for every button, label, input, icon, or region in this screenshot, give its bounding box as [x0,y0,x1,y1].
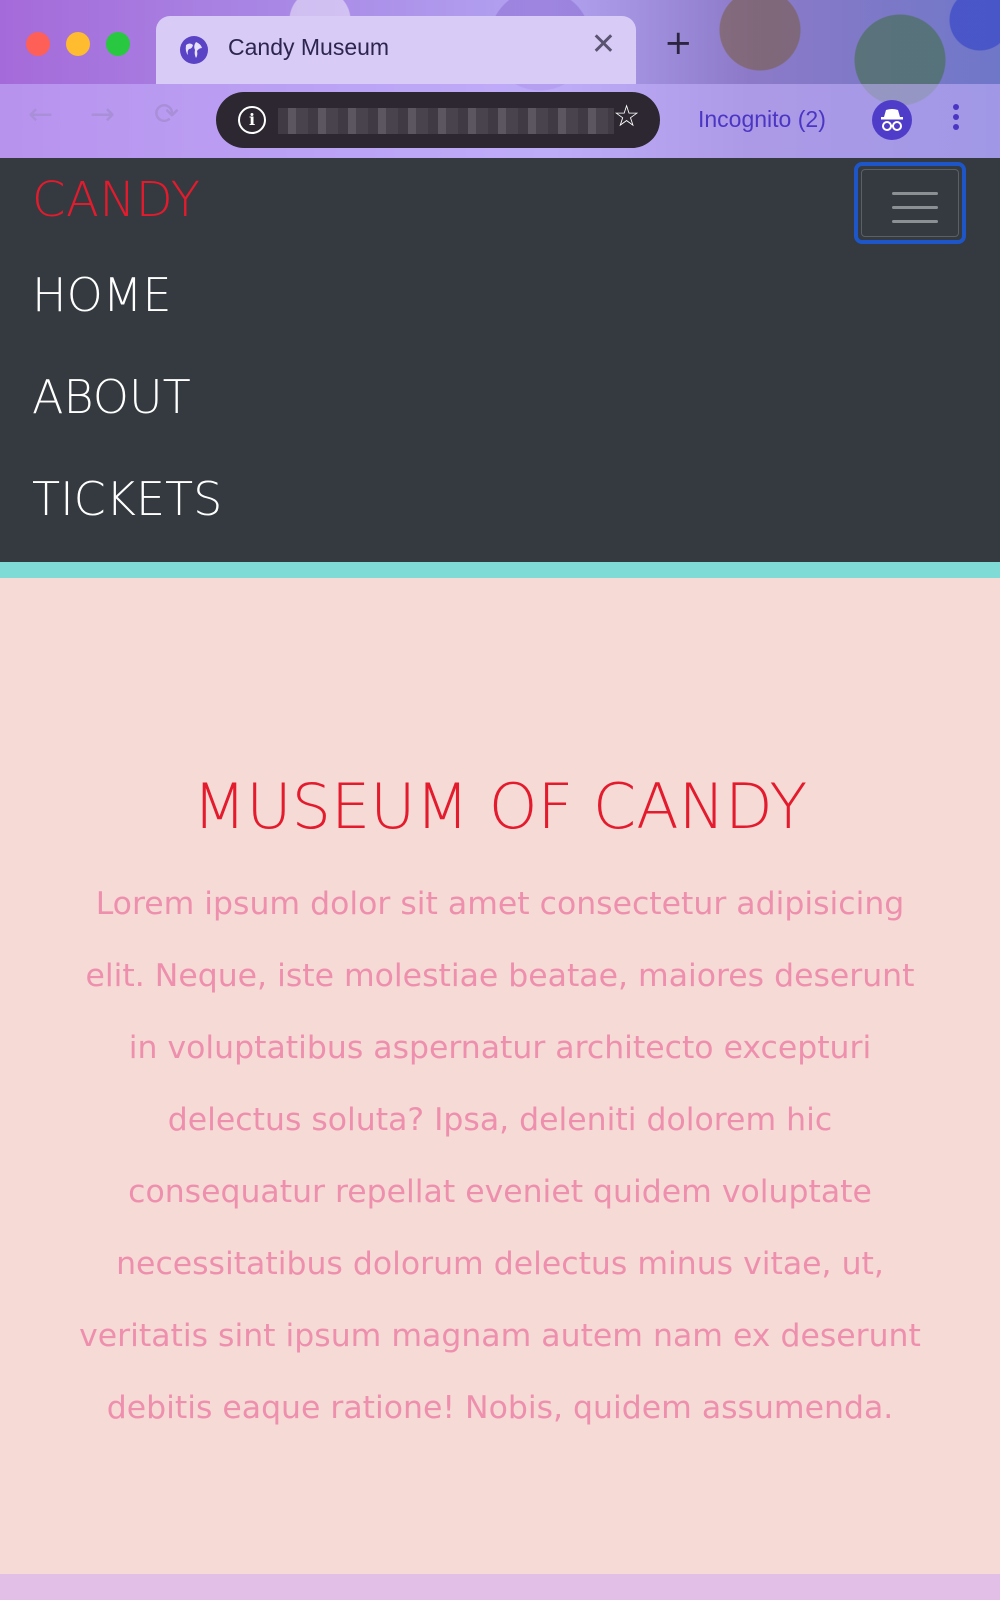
window-close-button[interactable] [26,32,50,56]
reload-icon[interactable]: ⟳ [154,100,179,130]
nav-link-home[interactable]: HOME [32,268,172,322]
menu-dot [953,104,959,110]
navbar-toggler-button[interactable] [854,162,966,244]
menu-dot [953,114,959,120]
brand-logo[interactable]: CANDY [32,172,200,228]
site-navbar: CANDY HOME ABOUT TICKETS [0,158,1000,562]
bottom-divider [0,1574,1000,1600]
forward-arrow-icon[interactable]: → [90,100,115,130]
hamburger-line [892,206,938,209]
hamburger-icon [861,169,959,237]
hamburger-line [892,220,938,223]
hero-section: MUSEUM OF CANDY Lorem ipsum dolor sit am… [0,578,1000,1574]
star-icon[interactable]: ☆ [613,102,640,132]
hero-title: MUSEUM OF CANDY [192,770,808,843]
kebab-menu-icon[interactable] [946,100,966,140]
nav-link-tickets[interactable]: TICKETS [32,472,222,526]
address-bar[interactable]: i ☆ [216,92,660,148]
new-tab-button[interactable]: + [664,26,693,60]
browser-chrome: Candy Museum ✕ + ← → ⟳ i ☆ Incognito (2) [0,0,1000,158]
tab-close-icon[interactable]: ✕ [591,30,616,60]
teal-divider [0,562,1000,578]
incognito-icon[interactable] [872,100,912,140]
window-minimize-button[interactable] [66,32,90,56]
globe-icon [180,36,208,64]
nav-link-about[interactable]: ABOUT [32,370,191,424]
window-maximize-button[interactable] [106,32,130,56]
info-icon[interactable]: i [238,106,266,134]
back-arrow-icon[interactable]: ← [28,100,53,130]
menu-dot [953,124,959,130]
url-text-obscured[interactable] [278,108,614,134]
browser-tab[interactable]: Candy Museum ✕ [156,16,636,84]
page-root: Candy Museum ✕ + ← → ⟳ i ☆ Incognito (2) [0,0,1000,1600]
incognito-label[interactable]: Incognito (2) [698,106,826,133]
hero-paragraph: Lorem ipsum dolor sit amet consectetur a… [79,886,921,1426]
tab-title: Candy Museum [228,34,390,60]
hamburger-line [892,192,938,195]
